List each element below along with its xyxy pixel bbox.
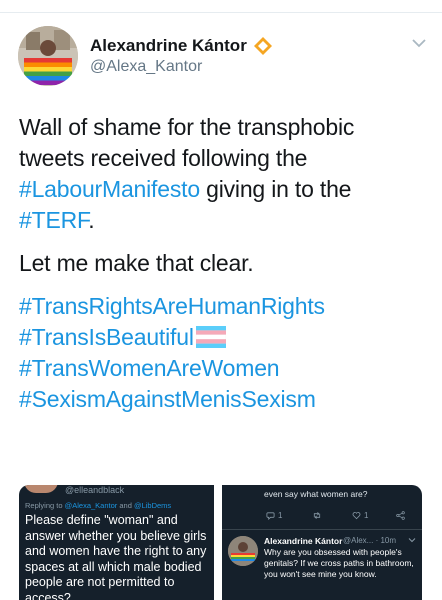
heart-icon — [352, 512, 361, 520]
tweet-header: Alexandrine Kántor @Alexa_Kantor — [18, 26, 428, 88]
retweet-action — [312, 511, 322, 520]
reply-mention: @Alexa_Kantor — [64, 501, 118, 510]
like-count: 1 — [364, 511, 369, 520]
hashtag-link[interactable]: #TransIsBeautiful — [19, 324, 194, 350]
reply-mention: @LibDems — [133, 501, 172, 510]
hashtag-link[interactable]: #TransRightsAreHumanRights — [19, 293, 325, 319]
hashtag-link[interactable]: #LabourManifesto — [19, 176, 200, 202]
chevron-down-icon — [408, 538, 416, 543]
author-name: Alexandrine Kántor — [264, 536, 343, 546]
reply-text: Please define "woman" and answer whether… — [25, 513, 207, 600]
reply-action: 1 — [266, 511, 282, 520]
reply-prefix: Replying to — [25, 501, 65, 510]
author-handle[interactable]: @Alexa_Kantor — [90, 58, 202, 76]
reply-count: 1 — [278, 511, 283, 520]
tweet-text-part: . — [88, 207, 95, 233]
avatar[interactable] — [18, 26, 78, 86]
chevron-down-icon[interactable] — [410, 34, 428, 52]
tweet-text: Wall of shame for the transphobic tweets… — [19, 112, 423, 415]
divider — [222, 529, 422, 530]
attached-image-left[interactable]: @elleandblack Replying to @Alexa_Kantor … — [19, 485, 214, 600]
top-divider — [0, 0, 442, 13]
tweet-paragraph-1: Wall of shame for the transphobic tweets… — [19, 112, 423, 236]
avatar — [228, 536, 258, 566]
tweet-text-part: Wall of shame for the transphobic tweets… — [19, 114, 355, 171]
transgender-flag-icon — [195, 326, 226, 348]
reply-text: Why are you obsessed with people's genit… — [264, 547, 414, 579]
reply-avatar — [24, 485, 58, 493]
previous-tweet-text: even say what women are? — [264, 489, 368, 499]
retweet-icon — [313, 512, 321, 519]
tweet-actions: 1 1 — [266, 511, 416, 523]
reply-icon — [266, 512, 275, 520]
author-meta: @Alex... · 10m — [343, 536, 397, 545]
share-action — [396, 511, 405, 520]
cut-handle: @elleandblack — [65, 485, 125, 495]
hashtag-link[interactable]: #TransWomenAreWomen — [19, 355, 280, 381]
hashtag-link[interactable]: #SexismAgainstMenisSexism — [19, 386, 316, 412]
attached-image-right[interactable]: even say what women are? 1 1 Alexandrine… — [222, 485, 422, 600]
tweet-text-part: giving in to the — [199, 176, 352, 202]
author-name[interactable]: Alexandrine Kántor — [90, 36, 247, 56]
hashtag-list: #TransRightsAreHumanRights #TransIsBeaut… — [19, 291, 423, 415]
share-icon — [396, 511, 405, 520]
tweet-paragraph-2: Let me make that clear. — [19, 250, 254, 276]
like-action: 1 — [352, 511, 368, 520]
author-name-row: Alexandrine Kántor — [90, 36, 273, 56]
hashtag-link[interactable]: #TERF — [19, 207, 88, 233]
verified-badge-icon — [253, 37, 272, 55]
replying-to: Replying to @Alexa_Kantor and @LibDems — [25, 501, 171, 510]
reply-and: and — [117, 501, 134, 510]
